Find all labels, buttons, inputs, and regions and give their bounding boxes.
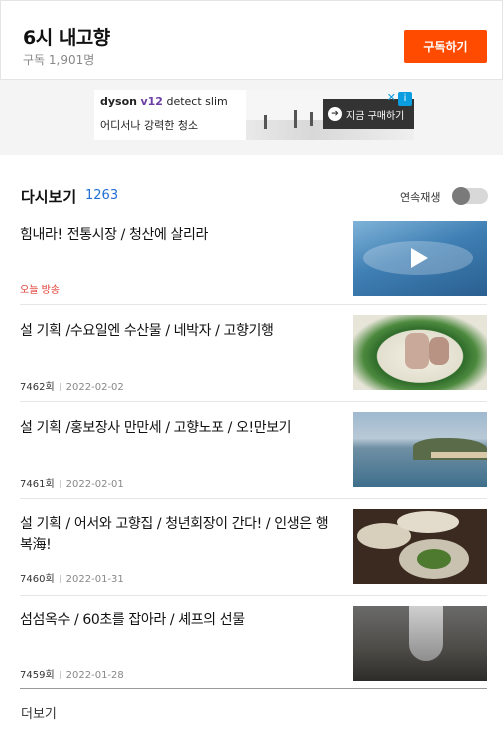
episode-thumbnail[interactable] [353,509,487,584]
episode-title[interactable]: 설 기획 /홍보장사 만만세 / 고향노포 / 오!만보기 [20,418,338,439]
channel-header: 6시 내고향 구독 1,901명 구독하기 [0,0,503,80]
episode-thumbnail[interactable] [353,412,487,487]
thumbnail-shape [417,549,451,569]
episode-item[interactable]: 섬섬옥수 / 60초를 잡아라 / 셰프의 선물 7459회 2022-01-28 [20,606,487,684]
meta-divider [59,671,61,679]
episode-date: 2022-01-31 [65,574,124,585]
episode-number: 7461회 [20,479,55,490]
episode-thumbnail[interactable] [353,606,487,681]
episode-title[interactable]: 설 기획 /수요일엔 수산물 / 네박자 / 고향기행 [20,321,338,342]
episode-thumbnail[interactable] [353,315,487,390]
arrow-right-icon: ➔ [328,107,342,121]
ad-brand: dyson v12 detect slim [100,95,228,108]
thumbnail-shape [431,452,487,458]
episode-meta: 7460회 2022-01-31 [20,570,124,585]
episode-item[interactable]: 설 기획 / 어서와 고향집 / 청년회장이 간다! / 인생은 행복海! 74… [20,509,487,596]
meta-divider [59,383,61,391]
ad-area: dyson v12 detect slim 어디서나 강력한 청소 ➔ 지금 구… [0,80,503,155]
episode-date: 2022-02-01 [65,479,124,490]
play-icon[interactable] [411,248,428,268]
ad-brand-name: dyson [100,95,137,108]
autoplay-label: 연속재생 [400,191,441,204]
autoplay-toggle[interactable] [452,187,488,205]
ad-figure [264,115,267,129]
episode-title[interactable]: 섬섬옥수 / 60초를 잡아라 / 셰프의 선물 [20,610,338,631]
episode-number: 7460회 [20,574,55,585]
episode-date: 2022-02-02 [65,382,124,393]
episode-number: 7459회 [20,670,55,681]
subscribe-button[interactable]: 구독하기 [404,30,487,63]
divider [20,688,487,689]
episode-item[interactable]: 설 기획 /홍보장사 만만세 / 고향노포 / 오!만보기 7461회 2022-… [20,412,487,499]
ad-close-icon[interactable]: ✕ [387,91,396,104]
meta-divider [59,575,61,583]
episode-count: 1263 [85,188,119,203]
episode-title[interactable]: 힘내라! 전통시장 / 청산에 살리라 [20,225,338,246]
episode-thumbnail[interactable] [353,221,487,296]
episode-number: 7462회 [20,382,55,393]
episode-meta: 7462회 2022-02-02 [20,378,124,393]
thumbnail-shape [405,333,429,369]
ad-banner[interactable]: dyson v12 detect slim 어디서나 강력한 청소 ➔ 지금 구… [94,90,414,140]
thumbnail-shape [429,337,449,365]
episode-title[interactable]: 설 기획 / 어서와 고향집 / 청년회장이 간다! / 인생은 행복海! [20,514,338,556]
episode-date: 2022-01-28 [65,670,124,681]
episode-meta: 7461회 2022-02-01 [20,475,124,490]
thumbnail-shape [409,606,443,661]
ad-cta-label: 지금 구매하기 [346,111,405,122]
ad-model: v12 [140,95,163,108]
ad-text: dyson v12 detect slim 어디서나 강력한 청소 [94,90,246,140]
replay-section: 다시보기 1263 연속재생 힘내라! 전통시장 / 청산에 살리라 오늘 방송… [0,155,503,742]
ad-info-icon[interactable]: i [398,92,412,106]
ad-figure [310,112,313,126]
ad-figure [294,110,297,128]
toggle-knob [452,187,470,205]
subscriber-count: 구독 1,901명 [23,53,95,67]
episode-item[interactable]: 힘내라! 전통시장 / 청산에 살리라 오늘 방송 [20,221,487,305]
episode-item[interactable]: 설 기획 /수요일엔 수산물 / 네박자 / 고향기행 7462회 2022-02… [20,315,487,402]
channel-title: 6시 내고향 [23,27,110,49]
ad-copy: 어디서나 강력한 청소 [100,119,199,132]
more-link[interactable]: 더보기 [21,703,57,722]
thumbnail-shape [397,511,459,533]
section-title: 다시보기 [21,188,77,206]
ad-product: detect slim [166,95,228,108]
live-badge: 오늘 방송 [20,285,60,296]
meta-divider [59,480,61,488]
episode-meta: 7459회 2022-01-28 [20,666,124,681]
